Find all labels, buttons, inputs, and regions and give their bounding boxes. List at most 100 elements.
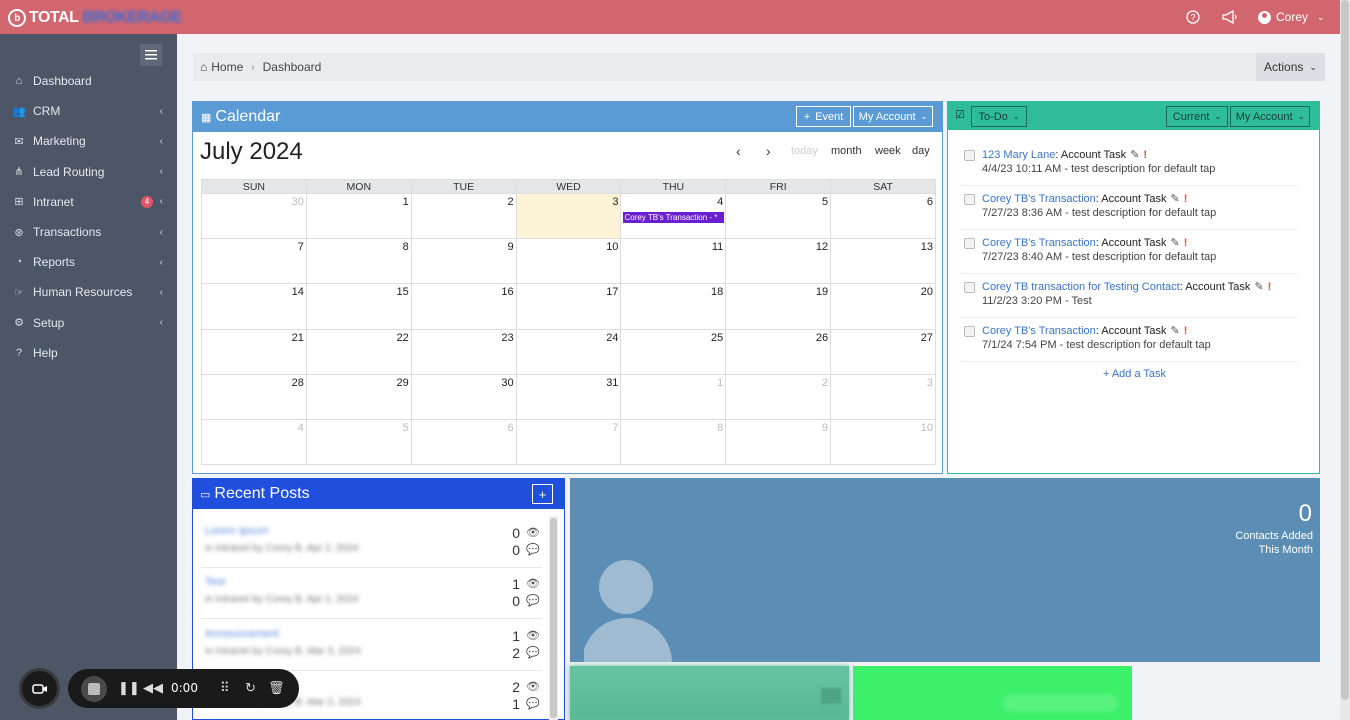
stop-recording-button[interactable]	[81, 676, 107, 702]
calendar-day-cell[interactable]: 24	[516, 329, 622, 375]
edit-icon[interactable]: ✎	[1254, 281, 1263, 293]
prev-month-button[interactable]: ‹	[736, 143, 741, 159]
todo-account-dropdown[interactable]: My Account ⌄	[1230, 106, 1310, 127]
help-circle-icon[interactable]: ?	[1186, 10, 1200, 27]
calendar-day-cell[interactable]: 10	[831, 419, 937, 466]
calendar-day-cell[interactable]: 9	[726, 419, 832, 466]
restart-icon[interactable]: ↻	[245, 680, 256, 696]
calendar-day-cell[interactable]: 10	[516, 239, 622, 285]
today-button[interactable]: today	[791, 145, 818, 157]
calendar-day-cell[interactable]: 1	[306, 194, 412, 240]
breadcrumb-home-link[interactable]: Home	[211, 60, 243, 74]
task-link[interactable]: Corey TB transaction for Testing Contact	[982, 281, 1180, 293]
month-view-button[interactable]: month	[831, 145, 862, 157]
task-checkbox[interactable]	[964, 326, 975, 337]
posts-scrollbar[interactable]	[549, 516, 558, 720]
sidebar-item-setup[interactable]: ⚙ Setup ‹	[0, 308, 177, 338]
task-checkbox[interactable]	[964, 238, 975, 249]
calendar-account-dropdown[interactable]: My Account ⌄	[853, 106, 933, 127]
edit-icon[interactable]: ✎	[1171, 237, 1180, 249]
calendar-event[interactable]: Corey TB's Transaction - *	[623, 212, 725, 223]
calendar-day-cell[interactable]: 11	[621, 239, 727, 285]
sidebar-item-transactions[interactable]: ⊛ Transactions ‹	[0, 217, 177, 247]
edit-icon[interactable]: ✎	[1130, 149, 1139, 161]
calendar-day-cell[interactable]: 8	[621, 419, 727, 466]
sidebar-toggle-button[interactable]	[140, 44, 162, 66]
trash-icon[interactable]: 🗑	[268, 680, 285, 696]
rewind-icon[interactable]: ◀◀	[143, 680, 163, 696]
posts-scrollbar-thumb[interactable]	[550, 518, 557, 718]
calendar-day-cell[interactable]: 26	[726, 329, 832, 375]
calendar-day-cell[interactable]: 13	[831, 239, 937, 285]
sidebar-item-marketing[interactable]: ✉ Marketing ‹	[0, 126, 177, 156]
calendar-day-cell[interactable]: 22	[306, 329, 412, 375]
post-item[interactable]: Test in Intranet by Corey B. Apr 2, 2024 1…	[201, 568, 542, 619]
edit-icon[interactable]: ✎	[1171, 325, 1180, 337]
calendar-day-cell[interactable]: 12	[726, 239, 832, 285]
calendar-day-cell[interactable]: 4 Corey TB's Transaction - *	[621, 194, 727, 240]
task-checkbox[interactable]	[964, 194, 975, 205]
calendar-day-cell[interactable]: 6	[831, 194, 937, 240]
calendar-day-cell[interactable]: 6	[411, 419, 517, 466]
calendar-day-cell[interactable]: 17	[516, 284, 622, 330]
week-view-button[interactable]: week	[875, 145, 901, 157]
todo-current-dropdown[interactable]: Current ⌄	[1166, 106, 1228, 127]
sidebar-item-reports[interactable]: ◔ Reports ‹	[0, 247, 177, 277]
megaphone-icon[interactable]	[1222, 9, 1238, 27]
sidebar-item-dashboard[interactable]: ⌂ Dashboard	[0, 66, 177, 96]
user-menu[interactable]: Corey ⌄	[1258, 10, 1325, 24]
task-checkbox[interactable]	[964, 282, 975, 293]
drag-handle-icon[interactable]: ⠿	[220, 680, 230, 696]
calendar-day-cell[interactable]: 30	[202, 194, 307, 240]
calendar-day-cell[interactable]: 28	[202, 374, 307, 420]
brand-logo[interactable]: b TOTAL BROKERAGE	[8, 8, 182, 28]
calendar-day-cell[interactable]: 9	[411, 239, 517, 285]
calendar-day-cell[interactable]: 16	[411, 284, 517, 330]
calendar-day-cell[interactable]: 5	[726, 194, 832, 240]
calendar-day-cell[interactable]: 7	[516, 419, 622, 466]
camera-toggle-button[interactable]	[19, 668, 60, 709]
calendar-day-cell[interactable]: 4	[202, 419, 307, 466]
edit-icon[interactable]: ✎	[1171, 193, 1180, 205]
add-post-button[interactable]: +	[532, 484, 553, 504]
calendar-day-cell[interactable]: 8	[306, 239, 412, 285]
page-scrollbar[interactable]	[1340, 0, 1350, 720]
calendar-day-cell[interactable]: 29	[306, 374, 412, 420]
post-item[interactable]: Announcement in Intranet by Corey B. Mar …	[201, 620, 542, 671]
add-event-button[interactable]: + Event	[796, 106, 851, 127]
calendar-day-cell[interactable]: 19	[726, 284, 832, 330]
calendar-day-cell[interactable]: 30	[411, 374, 517, 420]
calendar-day-cell[interactable]: 21	[202, 329, 307, 375]
post-title[interactable]: Test	[205, 576, 225, 588]
next-month-button[interactable]: ›	[766, 143, 771, 159]
calendar-day-cell[interactable]: 5	[306, 419, 412, 466]
calendar-day-cell[interactable]: 1	[621, 374, 727, 420]
post-title[interactable]: Announcement	[205, 628, 279, 640]
sidebar-item-lead-routing[interactable]: ⋔ Lead Routing ‹	[0, 157, 177, 187]
sidebar-item-crm[interactable]: 👥 CRM ‹	[0, 96, 177, 126]
pause-icon[interactable]: ❚❚	[118, 680, 140, 696]
calendar-day-cell[interactable]: 14	[202, 284, 307, 330]
task-link[interactable]: Corey TB's Transaction	[982, 193, 1096, 205]
task-link[interactable]: 123 Mary Lane	[982, 149, 1055, 161]
day-view-button[interactable]: day	[912, 145, 930, 157]
sidebar-item-human-resources[interactable]: ☞ Human Resources ‹	[0, 277, 177, 307]
task-link[interactable]: Corey TB's Transaction	[982, 237, 1096, 249]
calendar-day-cell[interactable]: 7	[202, 239, 307, 285]
calendar-day-cell[interactable]: 27	[831, 329, 937, 375]
task-checkbox[interactable]	[964, 150, 975, 161]
calendar-day-cell[interactable]: 2	[411, 194, 517, 240]
post-item[interactable]: Lorem ipsum in Intranet by Corey B. Apr 2…	[201, 517, 542, 568]
calendar-day-cell[interactable]: 20	[831, 284, 937, 330]
todo-dropdown[interactable]: To-Do ⌄	[971, 106, 1027, 127]
actions-button[interactable]: Actions ⌄	[1256, 53, 1325, 81]
sidebar-item-help[interactable]: ? Help	[0, 338, 177, 368]
highlight-tile-button[interactable]	[1003, 694, 1118, 712]
calendar-day-cell[interactable]: 25	[621, 329, 727, 375]
calendar-day-cell[interactable]: 2	[726, 374, 832, 420]
sidebar-item-intranet[interactable]: ⊞ Intranet 4 ‹	[0, 187, 177, 217]
calendar-day-cell[interactable]: 15	[306, 284, 412, 330]
task-link[interactable]: Corey TB's Transaction	[982, 325, 1096, 337]
calendar-day-cell[interactable]: 23	[411, 329, 517, 375]
calendar-day-cell[interactable]: 18	[621, 284, 727, 330]
